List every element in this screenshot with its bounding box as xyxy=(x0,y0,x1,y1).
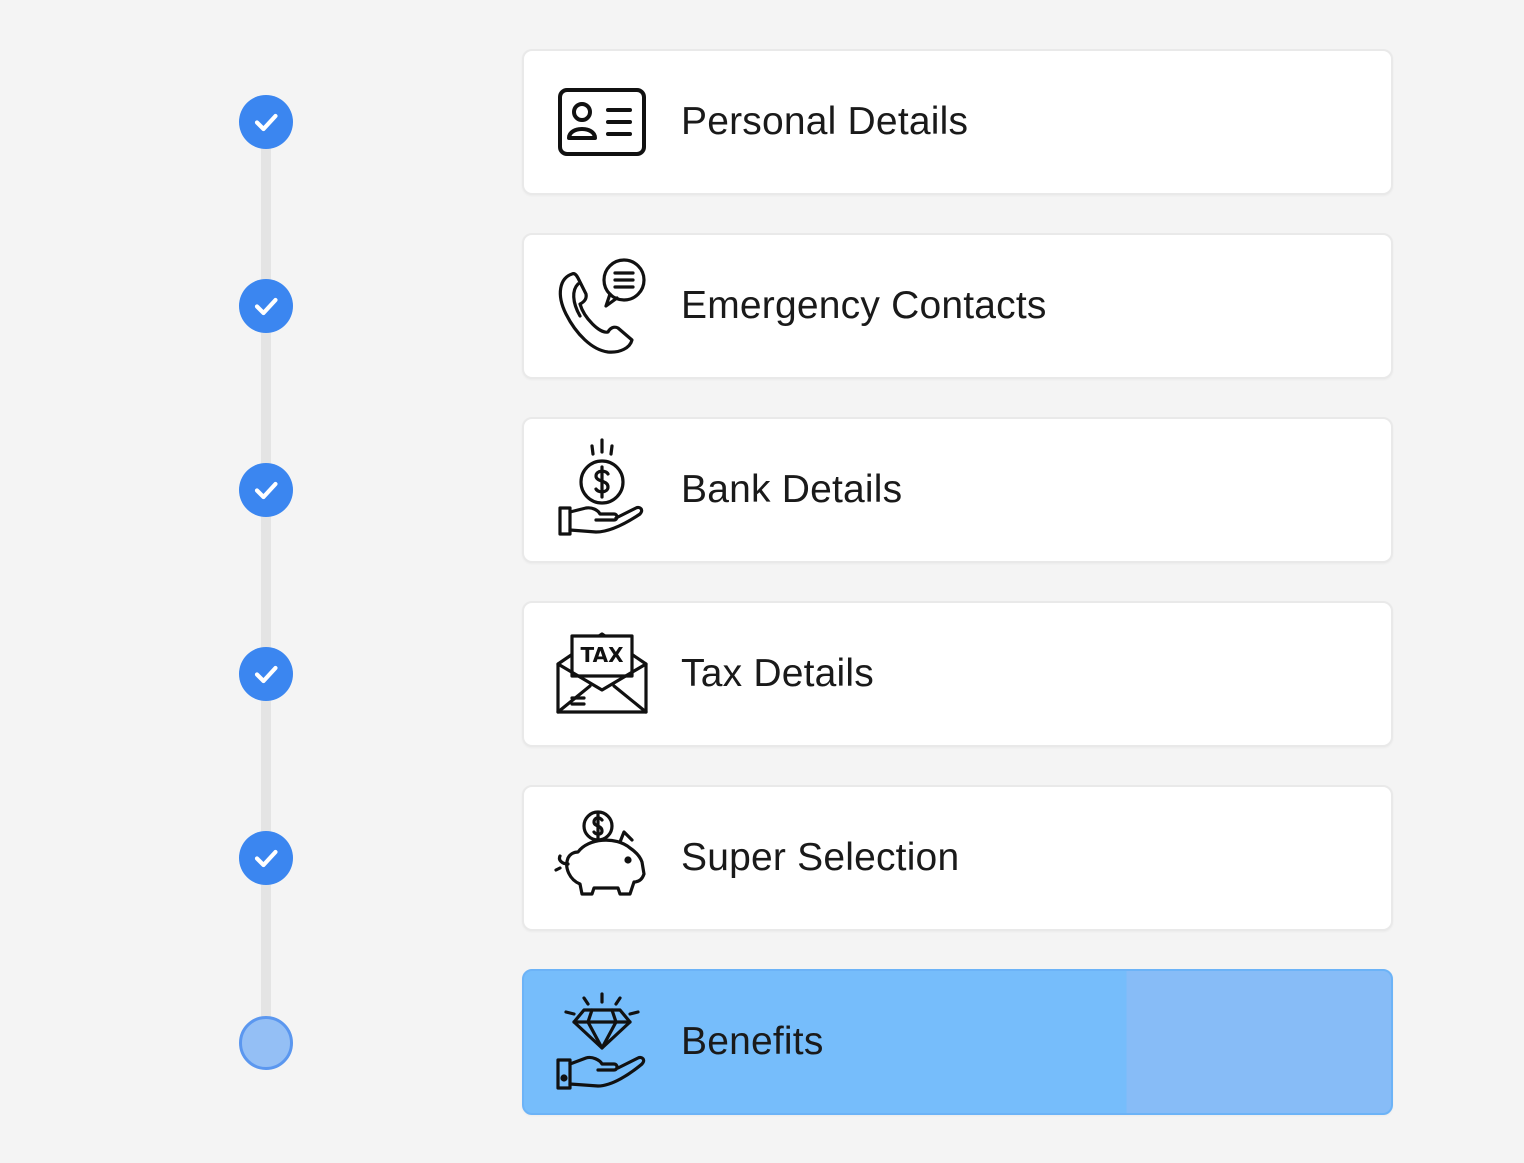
step-label: Emergency Contacts xyxy=(681,284,1047,327)
piggy-bank-icon xyxy=(552,806,652,910)
step-6-current-indicator xyxy=(239,1016,293,1070)
hand-dollar-coin-icon xyxy=(552,438,652,542)
id-card-icon xyxy=(552,70,652,174)
step-4-complete-indicator xyxy=(239,647,293,701)
step-2-complete-indicator xyxy=(239,279,293,333)
step-label: Personal Details xyxy=(681,100,969,143)
check-icon xyxy=(254,481,278,500)
check-icon xyxy=(254,849,278,868)
check-icon xyxy=(254,113,278,132)
step-card-bank-details[interactable]: Bank Details xyxy=(522,417,1393,563)
step-card-personal-details[interactable]: Personal Details xyxy=(522,49,1393,195)
step-card-benefits[interactable]: Benefits xyxy=(522,969,1393,1115)
hand-diamond-icon xyxy=(552,990,652,1094)
step-card-super-selection[interactable]: Super Selection xyxy=(522,785,1393,931)
step-label: Super Selection xyxy=(681,836,960,879)
step-label: Bank Details xyxy=(681,468,903,511)
step-card-tax-details[interactable]: TAX Tax Details xyxy=(522,601,1393,747)
phone-chat-icon xyxy=(552,254,652,358)
check-icon xyxy=(254,665,278,684)
step-label: Benefits xyxy=(681,1020,824,1063)
tax-envelope-icon: TAX xyxy=(552,622,652,726)
step-1-complete-indicator xyxy=(239,95,293,149)
step-label: Tax Details xyxy=(681,652,874,695)
step-card-emergency-contacts[interactable]: Emergency Contacts xyxy=(522,233,1393,379)
step-5-complete-indicator xyxy=(239,831,293,885)
progress-rail xyxy=(261,123,271,1043)
step-3-complete-indicator xyxy=(239,463,293,517)
check-icon xyxy=(254,297,278,316)
svg-text:TAX: TAX xyxy=(581,643,625,667)
